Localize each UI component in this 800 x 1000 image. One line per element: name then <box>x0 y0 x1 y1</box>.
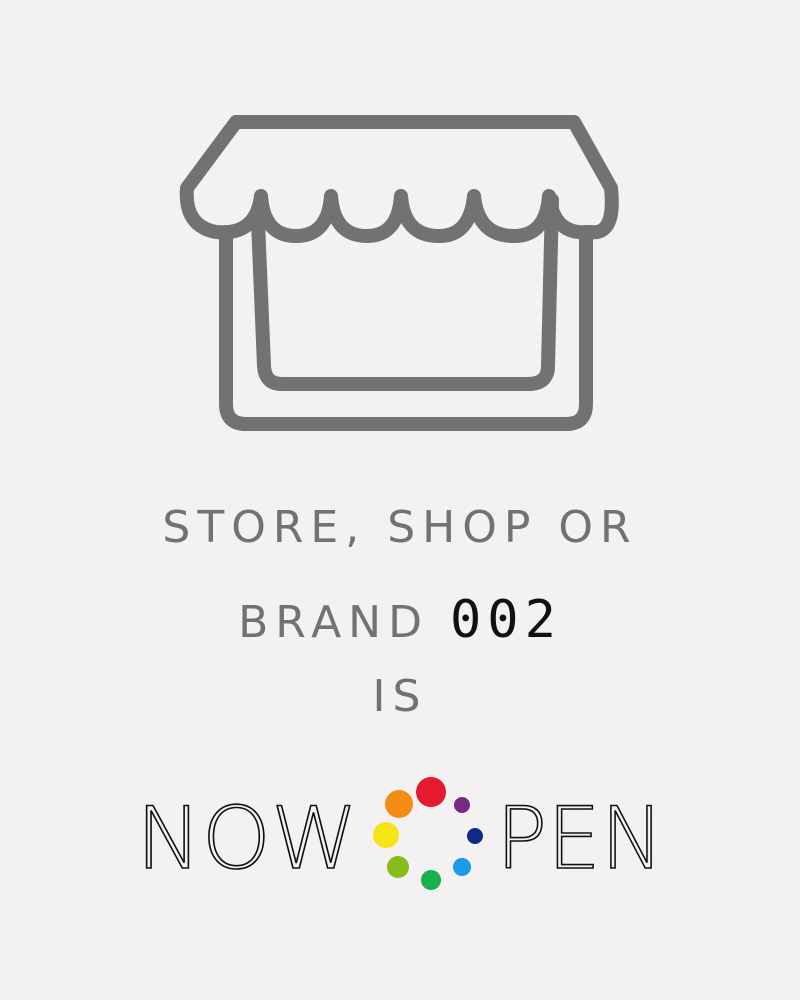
rainbow-dot-circle-icon <box>373 777 483 890</box>
dot-lime <box>387 856 409 878</box>
headline-line-3: IS <box>372 671 428 722</box>
brand-number: 002 <box>449 590 562 650</box>
now-open-graphic: NOW PEN <box>135 777 665 890</box>
storefront-icon <box>179 115 619 431</box>
dot-purple <box>454 797 470 813</box>
dot-red <box>416 777 446 807</box>
now-open-word-pen: PEN <box>496 789 664 889</box>
storefront-awning <box>179 115 619 243</box>
dot-blue <box>453 858 471 876</box>
dot-navy <box>467 828 483 844</box>
dot-orange <box>385 790 413 818</box>
headline-line-1: STORE, SHOP OR <box>162 502 638 553</box>
dot-green <box>421 870 441 890</box>
storefront-outer-frame <box>219 225 593 431</box>
now-open-word-now: NOW <box>136 789 358 889</box>
dot-yellow <box>373 822 399 848</box>
headline-brand-label: BRAND <box>238 597 429 648</box>
headline-line-2: BRAND 002 <box>0 594 800 646</box>
